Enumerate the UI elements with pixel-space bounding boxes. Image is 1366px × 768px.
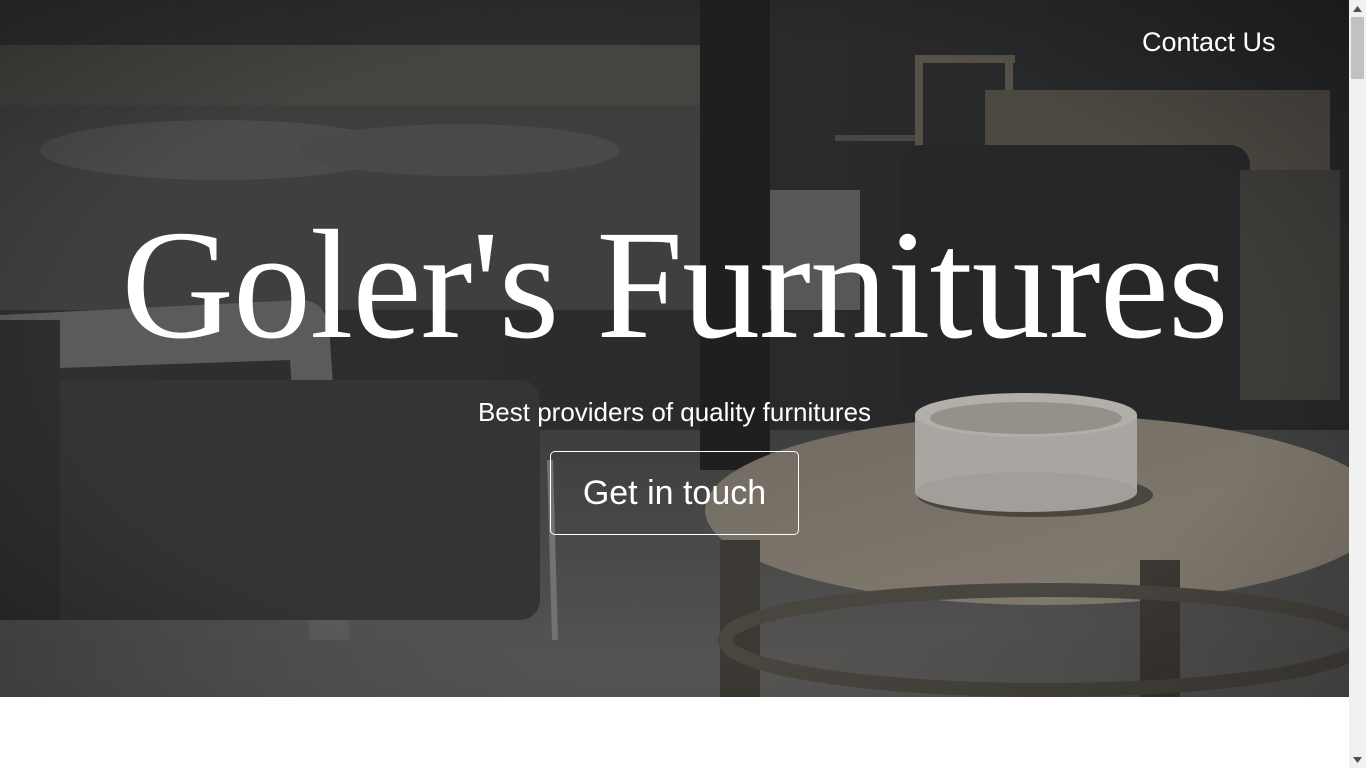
scroll-up-button[interactable] — [1349, 0, 1366, 17]
content-section — [0, 697, 1349, 768]
contact-us-link[interactable]: Contact Us — [1142, 27, 1276, 58]
triangle-down-icon — [1353, 756, 1362, 763]
vertical-scrollbar[interactable] — [1349, 0, 1366, 768]
hero-section: Contact Us Goler's Furnitures Best provi… — [0, 0, 1349, 697]
triangle-up-icon — [1353, 5, 1362, 12]
scroll-thumb[interactable] — [1351, 17, 1364, 79]
get-in-touch-button[interactable]: Get in touch — [550, 451, 799, 535]
page-viewport: Contact Us Goler's Furnitures Best provi… — [0, 0, 1349, 768]
scroll-down-button[interactable] — [1349, 751, 1366, 768]
hero-subtitle: Best providers of quality furnitures — [477, 397, 872, 427]
page-title: Goler's Furnitures — [121, 198, 1228, 371]
